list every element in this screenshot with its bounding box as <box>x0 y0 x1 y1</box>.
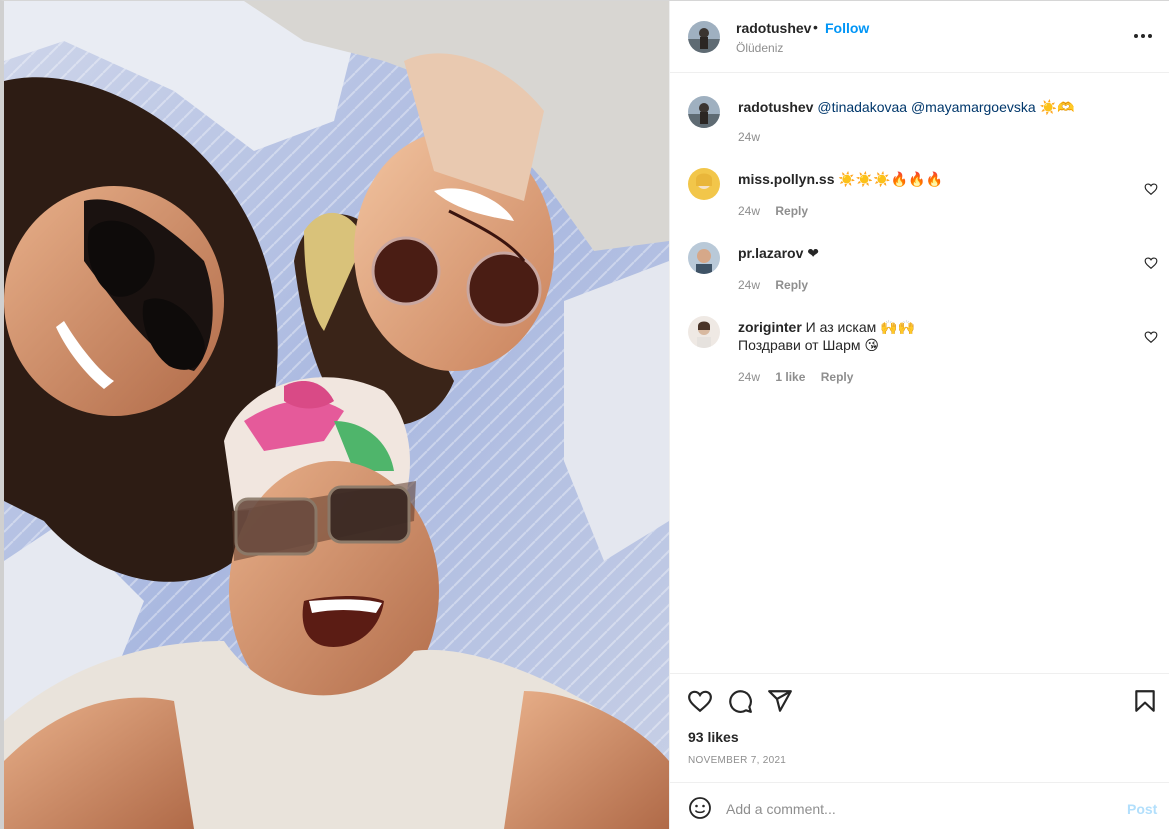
comment-reply-button[interactable]: Reply <box>821 370 854 384</box>
commenter-avatar[interactable] <box>688 316 720 348</box>
comment-time[interactable]: 24w <box>738 370 760 384</box>
post-actions: 93 likes November 7, 2021 <box>670 673 1169 783</box>
comment-body: ❤ <box>807 245 819 261</box>
comment-likes-count[interactable]: 1 like <box>775 370 805 384</box>
caption-avatar[interactable] <box>688 96 720 128</box>
comment-username[interactable]: zoriginter <box>738 319 802 335</box>
caption-emoji: ☀️🫶 <box>1039 99 1075 115</box>
commenter-avatar[interactable] <box>688 242 720 274</box>
bookmark-icon[interactable] <box>1132 688 1158 714</box>
comment-meta: 24w Reply <box>738 278 820 292</box>
comment-body-line-2: Поздрави от Шарм 😘 <box>738 337 879 353</box>
author-username[interactable]: radotushev <box>736 20 811 36</box>
more-options-icon[interactable] <box>1132 25 1154 47</box>
comment-text: miss.pollyn.ss ☀️☀️☀️🔥🔥🔥 <box>738 170 1118 188</box>
comment-body: И аз искам 🙌🙌 <box>805 319 915 335</box>
comment-reply-button[interactable]: Reply <box>775 204 808 218</box>
comment-meta: 24w 1 like Reply <box>738 370 865 384</box>
likes-count[interactable]: 93 likes <box>688 729 739 745</box>
caption-meta: 24w <box>738 130 772 144</box>
comment-text: pr.lazarov ❤ <box>738 244 1118 262</box>
commenter-avatar[interactable] <box>688 168 720 200</box>
comment-input[interactable] <box>726 793 1106 825</box>
comment-text: zoriginter И аз искам 🙌🙌 Поздрави от Шар… <box>738 318 1118 354</box>
caption-mention-1[interactable]: @tinadakovaa <box>817 99 907 115</box>
comment-like-heart-icon[interactable] <box>1144 330 1158 344</box>
heart-icon[interactable] <box>687 688 713 714</box>
share-icon[interactable] <box>767 688 793 714</box>
photo-illustration <box>4 1 669 829</box>
post-photo[interactable] <box>4 1 669 829</box>
add-comment-bar: Post <box>670 782 1169 829</box>
post-date[interactable]: November 7, 2021 <box>688 755 786 766</box>
comment-body: ☀️☀️☀️🔥🔥🔥 <box>838 171 943 187</box>
post-side-panel: radotushev • Follow Ölüdeniz radotushev … <box>669 1 1169 829</box>
comment-reply-button[interactable]: Reply <box>775 278 808 292</box>
comment-username[interactable]: miss.pollyn.ss <box>738 171 834 187</box>
author-avatar[interactable] <box>688 21 720 53</box>
emoji-icon[interactable] <box>688 796 712 820</box>
post-comment-button[interactable]: Post <box>1127 801 1157 817</box>
comment-meta: 24w Reply <box>738 204 820 218</box>
comment-icon[interactable] <box>727 688 753 714</box>
caption-mention-2[interactable]: @mayamargoevska <box>911 99 1036 115</box>
comment-time[interactable]: 24w <box>738 204 760 218</box>
post-header: radotushev • Follow Ölüdeniz <box>670 1 1169 73</box>
post-location[interactable]: Ölüdeniz <box>736 41 783 55</box>
comment-time[interactable]: 24w <box>738 278 760 292</box>
caption-username[interactable]: radotushev <box>738 99 813 115</box>
caption-text: radotushev @tinadakovaa @mayamargoevska … <box>738 98 1118 116</box>
caption-time[interactable]: 24w <box>738 130 760 144</box>
comment-like-heart-icon[interactable] <box>1144 256 1158 270</box>
follow-button[interactable]: Follow <box>825 20 869 36</box>
separator-dot: • <box>813 19 818 35</box>
comment-like-heart-icon[interactable] <box>1144 182 1158 196</box>
comment-username[interactable]: pr.lazarov <box>738 245 803 261</box>
